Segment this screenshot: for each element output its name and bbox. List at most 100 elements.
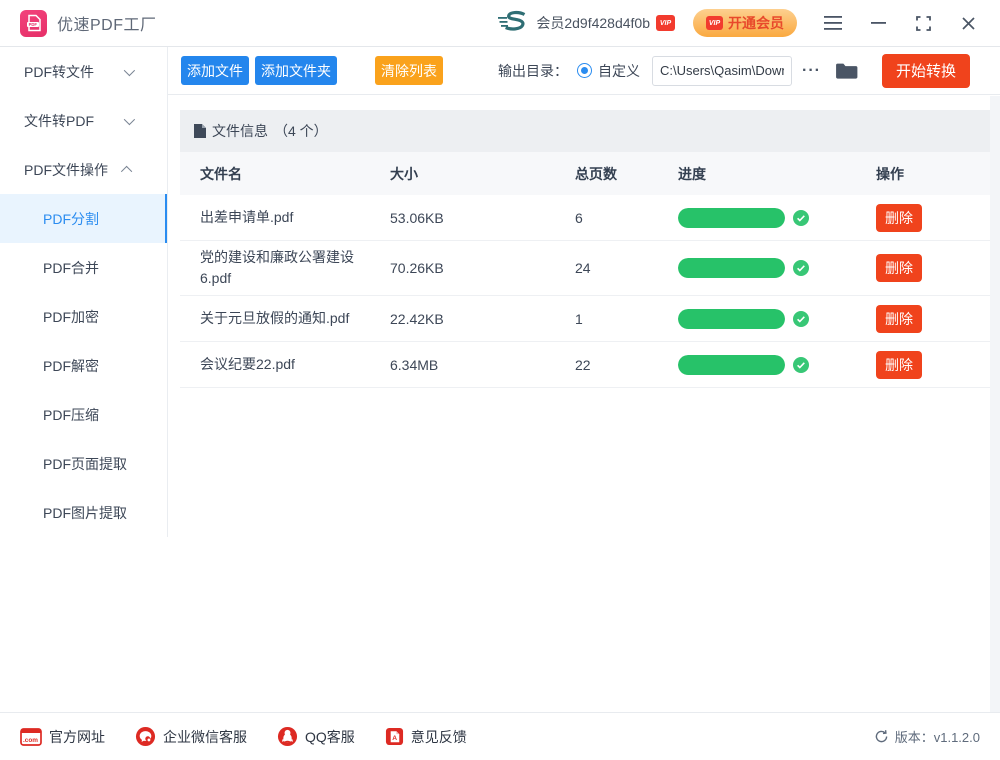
chevron-up-icon xyxy=(121,165,132,176)
feedback-icon: A xyxy=(385,727,404,746)
sidebar-group-pdf-to-file[interactable]: PDF转文件 xyxy=(0,47,168,96)
feedback-link[interactable]: A 意见反馈 xyxy=(385,727,467,747)
svg-text:PDF: PDF xyxy=(28,22,37,27)
file-pages: 24 xyxy=(575,260,678,276)
file-name: 出差申请单.pdf xyxy=(200,207,390,228)
custom-dir-option-label[interactable]: 自定义 xyxy=(598,61,640,81)
table-body: 出差申请单.pdf 53.06KB 6 删除 党的建设和廉政公署建设6.pdf … xyxy=(180,195,990,388)
minimize-icon[interactable] xyxy=(868,13,888,33)
vip-icon: VIP xyxy=(706,16,723,30)
start-convert-button[interactable]: 开始转换 xyxy=(882,54,970,88)
browse-ellipsis-button[interactable]: ··· xyxy=(802,62,821,80)
delete-button[interactable]: 删除 xyxy=(876,254,922,282)
toolbar: 添加文件 添加文件夹 清除列表 输出目录： 自定义 ··· 开始转换 xyxy=(168,47,1000,95)
file-size: 53.06KB xyxy=(390,210,575,226)
clear-list-button[interactable]: 清除列表 xyxy=(375,56,443,85)
file-info-bar: 文件信息 （4 个） xyxy=(180,110,990,152)
svg-text:A: A xyxy=(392,735,397,742)
sidebar-item-pdf-image-extract-label: PDF图片提取 xyxy=(43,503,127,523)
upgrade-vip-label: 开通会员 xyxy=(728,13,784,33)
refresh-icon[interactable] xyxy=(874,729,889,744)
col-progress: 进度 xyxy=(678,164,876,184)
table-row: 关于元旦放假的通知.pdf 22.42KB 1 删除 xyxy=(180,296,990,342)
scrollbar-track[interactable] xyxy=(990,96,1000,712)
svg-text:.com: .com xyxy=(23,736,38,743)
file-progress xyxy=(678,309,876,329)
website-icon: .com xyxy=(20,728,42,746)
sidebar-item-pdf-split-label: PDF分割 xyxy=(43,209,99,229)
sidebar-group-pdf-operations[interactable]: PDF文件操作 xyxy=(0,145,168,194)
check-circle-icon xyxy=(793,260,809,276)
sidebar-item-pdf-split[interactable]: PDF分割 xyxy=(0,194,168,243)
app-logo-icon: PDF xyxy=(20,10,47,37)
sidebar-item-pdf-page-extract[interactable]: PDF页面提取 xyxy=(0,439,168,488)
custom-dir-radio[interactable] xyxy=(577,63,592,78)
open-folder-icon[interactable] xyxy=(835,62,858,80)
member-name: 会员2d9f428d4f0b xyxy=(536,13,650,33)
file-info-title: 文件信息 xyxy=(212,121,268,141)
sidebar-item-pdf-compress[interactable]: PDF压缩 xyxy=(0,390,168,439)
sidebar-item-pdf-decrypt[interactable]: PDF解密 xyxy=(0,341,168,390)
qq-support-link[interactable]: QQ客服 xyxy=(277,726,355,747)
version-info: 版本：v1.1.2.0 xyxy=(874,727,980,746)
app-window: PDF 优速PDF工厂 会员2d9f428d4f0b VIP VIP 开通会员 xyxy=(0,0,1000,760)
table-row: 党的建设和廉政公署建设6.pdf 70.26KB 24 删除 xyxy=(180,241,990,296)
check-circle-icon xyxy=(793,210,809,226)
col-action: 操作 xyxy=(876,164,990,184)
add-file-button[interactable]: 添加文件 xyxy=(181,56,249,85)
file-name: 党的建设和廉政公署建设6.pdf xyxy=(200,247,390,289)
sidebar: PDF转文件文件转PDF PDF文件操作 PDF分割 PDF合并 PDF加密 PDF解密 P… xyxy=(0,47,168,712)
file-name: 关于元旦放假的通知.pdf xyxy=(200,308,390,329)
sidebar-item-pdf-encrypt-label: PDF加密 xyxy=(43,307,99,327)
version-text: 版本：v1.1.2.0 xyxy=(895,727,980,746)
sidebar-item-pdf-encrypt[interactable]: PDF加密 xyxy=(0,292,168,341)
chevron-down-icon xyxy=(124,113,135,124)
titlebar: PDF 优速PDF工厂 会员2d9f428d4f0b VIP VIP 开通会员 xyxy=(0,0,1000,47)
delete-button[interactable]: 删除 xyxy=(876,351,922,379)
col-pages: 总页数 xyxy=(575,164,678,184)
progress-bar xyxy=(678,309,785,329)
col-size: 大小 xyxy=(390,164,575,184)
delete-button[interactable]: 删除 xyxy=(876,305,922,333)
add-folder-button[interactable]: 添加文件夹 xyxy=(255,56,337,85)
col-filename: 文件名 xyxy=(200,164,390,184)
row-actions: 删除 xyxy=(876,305,990,333)
sidebar-item-pdf-merge[interactable]: PDF合并 xyxy=(0,243,168,292)
upgrade-vip-button[interactable]: VIP 开通会员 xyxy=(693,9,797,37)
official-website-link[interactable]: .com 官方网址 xyxy=(20,727,105,747)
qq-icon xyxy=(277,726,298,747)
row-actions: 删除 xyxy=(876,254,990,282)
progress-bar xyxy=(678,258,785,278)
sidebar-group-file-to-pdf-label: 文件转PDF xyxy=(24,111,94,131)
file-name: 会议纪要22.pdf xyxy=(200,354,390,375)
file-progress xyxy=(678,208,876,228)
sidebar-item-pdf-decrypt-label: PDF解密 xyxy=(43,356,99,376)
file-progress xyxy=(678,258,876,278)
sidebar-item-pdf-image-extract[interactable]: PDF图片提取 xyxy=(0,488,168,537)
menu-icon[interactable] xyxy=(823,13,843,33)
vip-badge-icon: VIP xyxy=(656,15,675,31)
progress-bar xyxy=(678,208,785,228)
sidebar-item-pdf-merge-label: PDF合并 xyxy=(43,258,99,278)
chevron-down-icon xyxy=(124,64,135,75)
sidebar-group-file-to-pdf[interactable]: 文件转PDF xyxy=(0,96,168,145)
maximize-icon[interactable] xyxy=(913,13,933,33)
file-size: 70.26KB xyxy=(390,260,575,276)
close-icon[interactable] xyxy=(958,13,978,33)
row-actions: 删除 xyxy=(876,351,990,379)
output-path-input[interactable] xyxy=(652,56,792,86)
file-progress xyxy=(678,355,876,375)
check-circle-icon xyxy=(793,357,809,373)
check-circle-icon xyxy=(793,311,809,327)
document-icon xyxy=(194,124,206,138)
sidebar-group-pdf-to-file-label: PDF转文件 xyxy=(24,62,94,82)
progress-bar xyxy=(678,355,785,375)
wechat-support-link[interactable]: 企业微信客服 xyxy=(135,726,247,747)
user-avatar-icon xyxy=(498,10,528,36)
table-header: 文件名 大小 总页数 进度 操作 xyxy=(180,152,990,195)
file-pages: 6 xyxy=(575,210,678,226)
delete-button[interactable]: 删除 xyxy=(876,204,922,232)
footer: .com 官方网址 企业微信客服 QQ客服 A 意见反馈 版本： xyxy=(0,712,1000,760)
main-panel: 添加文件 添加文件夹 清除列表 输出目录： 自定义 ··· 开始转换 xyxy=(168,47,1000,712)
sidebar-item-pdf-page-extract-label: PDF页面提取 xyxy=(43,454,127,474)
